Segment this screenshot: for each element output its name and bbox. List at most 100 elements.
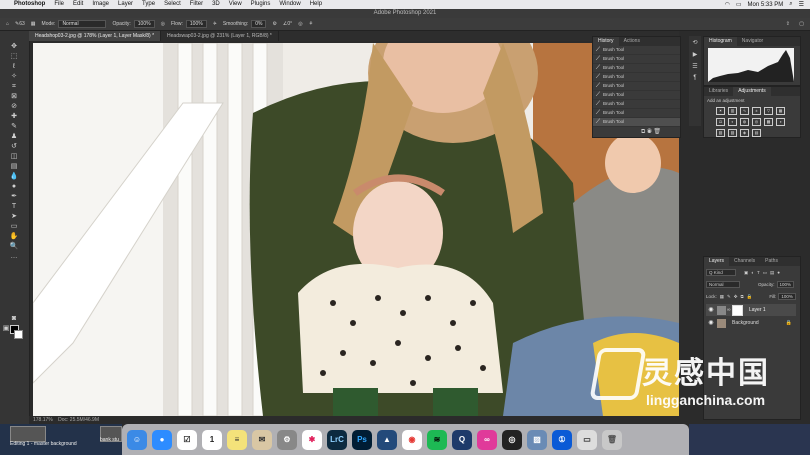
zoom-level[interactable]: 178.17%: [33, 417, 53, 423]
spotify-icon[interactable]: ≋: [427, 429, 447, 450]
layer-blend-mode[interactable]: Normal: [706, 281, 740, 288]
zoom-tool-icon[interactable]: 🔍: [9, 243, 19, 251]
color-balance-icon[interactable]: ⚖: [716, 118, 725, 126]
layer-mask-thumbnail[interactable]: [732, 304, 743, 316]
control-center-icon[interactable]: ☰: [799, 1, 804, 8]
threshold-icon[interactable]: ▨: [728, 129, 737, 137]
menu-app-name[interactable]: Photoshop: [14, 0, 45, 9]
desktop-file-thumbnail[interactable]: [10, 426, 46, 442]
vibrance-icon[interactable]: ▽: [764, 107, 773, 115]
blur-tool-icon[interactable]: 💧: [9, 173, 19, 181]
history-item[interactable]: ⟋ Brush Tool: [593, 100, 680, 109]
history-item[interactable]: ⟋ Brush Tool: [593, 73, 680, 82]
brightness-contrast-icon[interactable]: ☀: [716, 107, 725, 115]
creative-cloud-icon[interactable]: ∞: [477, 429, 497, 450]
tab-channels[interactable]: Channels: [729, 257, 760, 266]
slack-icon[interactable]: ✱: [302, 429, 322, 450]
tab-history[interactable]: History: [593, 37, 619, 46]
flow-field[interactable]: 100%: [185, 20, 207, 28]
brush-settings-icon[interactable]: ▦: [31, 21, 36, 27]
system-preferences-icon[interactable]: ⚙: [277, 429, 297, 450]
lasso-tool-icon[interactable]: ℓ: [9, 63, 19, 71]
gradient-map-icon[interactable]: ▤: [752, 129, 761, 137]
history-brush-tool-icon[interactable]: ↺: [9, 143, 19, 151]
onepassword-icon[interactable]: ①: [552, 429, 572, 450]
quick-select-tool-icon[interactable]: ✧: [9, 73, 19, 81]
tab-actions[interactable]: Actions: [619, 37, 645, 46]
pressure-size-icon[interactable]: ◎: [298, 21, 302, 27]
path-select-tool-icon[interactable]: ➤: [9, 213, 19, 221]
tab-libraries[interactable]: Libraries: [704, 87, 733, 96]
chrome-icon[interactable]: ◉: [402, 429, 422, 450]
shape-tool-icon[interactable]: ▭: [9, 223, 19, 231]
black-white-icon[interactable]: ◐: [728, 118, 737, 126]
layer-row-layer-1[interactable]: ◉ ∞ Layer 1: [706, 304, 796, 316]
history-item[interactable]: ⟋ Brush Tool: [593, 64, 680, 73]
visibility-eye-icon[interactable]: ◉: [706, 304, 716, 316]
tab-adjustments[interactable]: Adjustments: [733, 87, 771, 96]
screen-icon[interactable]: ▭: [577, 429, 597, 450]
hand-tool-icon[interactable]: ✋: [9, 233, 19, 241]
reminders-icon[interactable]: ☑: [177, 429, 197, 450]
share-icon[interactable]: ⇪: [786, 21, 790, 27]
color-lookup-icon[interactable]: ▩: [764, 118, 773, 126]
home-icon[interactable]: ⌂: [6, 21, 9, 27]
properties-panel-icon[interactable]: ☰: [689, 63, 701, 70]
menu-type[interactable]: Type: [142, 0, 155, 9]
marquee-tool-icon[interactable]: ⬚: [9, 53, 19, 61]
angle-icon[interactable]: ∠ 0°: [283, 21, 292, 27]
menu-help[interactable]: Help: [310, 0, 322, 9]
doc-tab-1[interactable]: Headshop03-2.jpg @ 178% (Layer 1, Layer …: [29, 31, 162, 41]
menu-layer[interactable]: Layer: [118, 0, 133, 9]
tab-layers[interactable]: Layers: [704, 257, 730, 266]
angle-value[interactable]: 0°: [287, 21, 292, 27]
lightroom-classic-icon[interactable]: LrC: [327, 429, 347, 450]
preview-icon[interactable]: ▨: [527, 429, 547, 450]
channel-mixer-icon[interactable]: ◎: [752, 118, 761, 126]
history-item-selected[interactable]: ⟋ Brush Tool: [593, 118, 680, 127]
airbrush-icon[interactable]: ✈: [213, 21, 217, 27]
more-tools-icon[interactable]: …: [9, 253, 19, 261]
snapshot-icon[interactable]: ◉: [647, 129, 652, 135]
brush-preset-picker[interactable]: ✎ 63: [15, 21, 25, 27]
affinity-icon[interactable]: ▲: [377, 429, 397, 450]
eyedropper-tool-icon[interactable]: ⊘: [9, 103, 19, 111]
delete-state-icon[interactable]: 🗑: [653, 129, 661, 135]
tab-paths[interactable]: Paths: [760, 257, 783, 266]
doc-tab-2[interactable]: Headswap03-2.jpg @ 231% (Layer 1, RGB/8)…: [161, 31, 279, 41]
visibility-eye-icon[interactable]: ◉: [706, 317, 716, 329]
exposure-icon[interactable]: ±: [752, 107, 761, 115]
obs-icon[interactable]: ◎: [502, 429, 522, 450]
menubar-clock[interactable]: Mon 5:33 PM: [748, 2, 784, 8]
photo-filter-icon[interactable]: ◍: [740, 118, 749, 126]
battery-icon[interactable]: ▭: [736, 1, 742, 8]
layer-filter-icons[interactable]: ▣◐T▭▤●: [744, 270, 783, 276]
posterize-icon[interactable]: ▧: [716, 129, 725, 137]
screen-mode-icon[interactable]: ▣: [1, 325, 11, 333]
frame-tool-icon[interactable]: ⊠: [9, 93, 19, 101]
menu-select[interactable]: Select: [164, 0, 181, 9]
smoothing-settings-icon[interactable]: ⚙: [272, 21, 276, 27]
menu-image[interactable]: Image: [92, 0, 109, 9]
history-item[interactable]: ⟋ Brush Tool: [593, 82, 680, 91]
brush-tool-icon[interactable]: ✎: [9, 123, 19, 131]
menu-plugins[interactable]: Plugins: [251, 0, 271, 9]
menu-edit[interactable]: Edit: [73, 0, 83, 9]
calendar-icon[interactable]: 1: [202, 429, 222, 450]
zoom-icon[interactable]: ●: [152, 429, 172, 450]
layer-opacity-field[interactable]: 100%: [776, 281, 795, 288]
eraser-tool-icon[interactable]: ◫: [9, 153, 19, 161]
hue-saturation-icon[interactable]: ▦: [776, 107, 785, 115]
layer-fill-field[interactable]: 100%: [778, 293, 796, 300]
search-icon[interactable]: ⌕: [789, 1, 792, 8]
gradient-tool-icon[interactable]: ▤: [9, 163, 19, 171]
new-document-from-state-icon[interactable]: ⧉: [641, 129, 645, 135]
curves-icon[interactable]: ∿: [740, 107, 749, 115]
tab-navigator[interactable]: Navigator: [737, 37, 768, 46]
move-tool-icon[interactable]: ✥: [9, 43, 19, 51]
pen-tool-icon[interactable]: ✒: [9, 193, 19, 201]
layer-row-background[interactable]: ◉ Background 🔒: [706, 317, 796, 329]
symmetry-icon[interactable]: ⚘: [309, 21, 313, 27]
paragraph-panel-icon[interactable]: ¶: [689, 75, 701, 81]
desktop-file-caption-2[interactable]: bank stu: [100, 437, 119, 443]
